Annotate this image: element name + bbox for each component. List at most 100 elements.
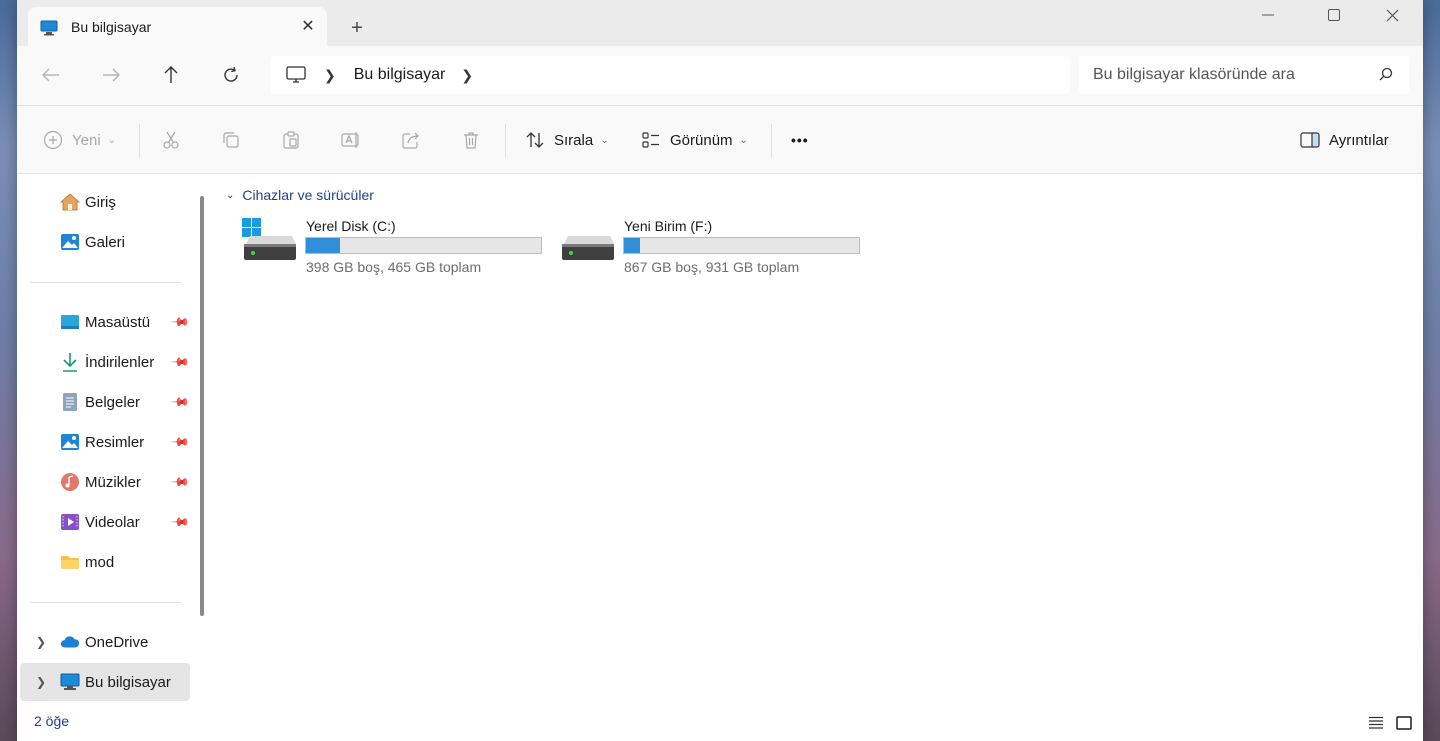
drive-usage-fill — [306, 238, 340, 253]
details-view-icon[interactable] — [1364, 711, 1388, 735]
rename-button[interactable] — [341, 125, 370, 155]
details-button-label: Ayrıntılar — [1329, 131, 1389, 149]
desktop-folder-icon — [60, 312, 80, 332]
chevron-right-icon[interactable]: ❯ — [324, 67, 336, 84]
sidebar-item-label: mod — [85, 553, 115, 571]
drive-item[interactable]: Yerel Disk (C:) 398 GB boş, 465 GB topla… — [212, 216, 542, 280]
videos-icon — [60, 512, 80, 532]
paste-button[interactable] — [281, 125, 310, 155]
address-bar[interactable]: ❯ Bu bilgisayar ❯ — [270, 56, 1070, 94]
breadcrumb-this-pc[interactable]: Bu bilgisayar — [354, 66, 446, 84]
close-icon[interactable]: ✕ — [297, 15, 319, 37]
pictures-icon — [60, 432, 80, 452]
chevron-right-icon[interactable]: ❯ — [36, 675, 46, 689]
sidebar-item-gallery[interactable]: Galeri — [20, 223, 190, 261]
minimize-icon[interactable] — [1239, 0, 1297, 30]
search-box[interactable] — [1079, 56, 1409, 94]
sidebar-item-desktop[interactable]: Masaüstü 📌 — [20, 303, 191, 341]
divider — [771, 124, 772, 158]
sort-icon — [525, 130, 545, 150]
delete-button[interactable] — [461, 125, 490, 155]
sort-button-label: Sırala — [554, 131, 594, 149]
back-arrow-icon[interactable] — [34, 60, 68, 90]
computer-icon — [40, 20, 58, 35]
cut-button[interactable] — [161, 125, 190, 155]
sidebar-item-videos[interactable]: Videolar 📌 — [20, 503, 191, 541]
group-header[interactable]: ⌄ Cihazlar ve sürücüler — [226, 187, 374, 203]
drive-name: Yerel Disk (C:) — [306, 218, 396, 234]
sidebar-item-label: İndirilenler — [85, 353, 155, 371]
documents-icon — [60, 392, 80, 412]
monitor-icon — [286, 66, 306, 84]
navigation-pane: Giriş Galeri Masaüstü 📌 İndirilenler 📌 B… — [17, 174, 212, 706]
download-icon — [60, 352, 80, 372]
close-window-icon[interactable] — [1363, 0, 1421, 30]
pin-icon[interactable]: 📌 — [170, 392, 190, 412]
share-button[interactable] — [401, 125, 430, 155]
drive-size-text: 398 GB boş, 465 GB toplam — [306, 259, 482, 275]
sidebar-item-mod[interactable]: mod — [20, 543, 190, 581]
drive-name: Yeni Birim (F:) — [624, 218, 713, 234]
drive-size-text: 867 GB boş, 931 GB toplam — [624, 259, 800, 275]
copy-button[interactable] — [221, 125, 250, 155]
divider — [139, 124, 140, 158]
pin-icon[interactable]: 📌 — [170, 512, 190, 532]
drive-usage-bar — [623, 237, 860, 254]
sidebar-item-label: Resimler — [85, 433, 145, 451]
trash-icon — [461, 130, 481, 150]
sidebar-item-home[interactable]: Giriş — [20, 183, 190, 221]
music-icon — [60, 472, 80, 492]
view-button[interactable]: Görünüm ⌄ — [641, 125, 748, 155]
chevron-down-icon[interactable]: ⌄ — [226, 190, 234, 201]
clipboard-icon — [281, 130, 301, 150]
tab-this-pc[interactable]: Bu bilgisayar ✕ — [28, 7, 327, 46]
new-button[interactable]: Yeni ⌄ — [43, 125, 116, 155]
sidebar-item-label: Bu bilgisayar — [85, 673, 171, 691]
tiles-view-icon[interactable] — [1392, 711, 1416, 735]
details-button[interactable]: Ayrıntılar — [1300, 125, 1389, 155]
sidebar-item-downloads[interactable]: İndirilenler 📌 — [20, 343, 191, 381]
gallery-icon — [60, 232, 80, 252]
sidebar-item-music[interactable]: Müzikler 📌 — [20, 463, 191, 501]
chevron-down-icon: ⌄ — [107, 134, 117, 146]
pin-icon[interactable]: 📌 — [170, 352, 190, 372]
view-icon — [641, 130, 661, 150]
chevron-right-icon[interactable]: ❯ — [36, 635, 46, 649]
sidebar-item-label: Videolar — [85, 513, 140, 531]
sidebar-item-label: OneDrive — [85, 633, 149, 651]
search-icon[interactable] — [1379, 67, 1393, 81]
forward-arrow-icon[interactable] — [94, 60, 128, 90]
navigation-bar: ❯ Bu bilgisayar ❯ — [17, 46, 1423, 106]
more-options-button[interactable]: ••• — [791, 125, 809, 155]
new-button-label: Yeni — [72, 131, 101, 149]
refresh-icon[interactable] — [214, 60, 248, 90]
drive-icon — [560, 218, 614, 262]
sidebar-item-pictures[interactable]: Resimler 📌 — [20, 423, 191, 461]
sidebar-item-label: Giriş — [85, 193, 116, 211]
scissors-icon — [161, 130, 181, 150]
sort-button[interactable]: Sırala ⌄ — [525, 125, 609, 155]
scrollbar[interactable] — [200, 196, 204, 616]
pin-icon[interactable]: 📌 — [170, 472, 190, 492]
pin-icon[interactable]: 📌 — [170, 432, 190, 452]
sidebar-item-onedrive[interactable]: ❯ OneDrive — [20, 623, 190, 661]
new-tab-button[interactable]: + — [343, 14, 371, 42]
folder-icon — [60, 552, 80, 572]
sidebar-item-documents[interactable]: Belgeler 📌 — [20, 383, 191, 421]
maximize-icon[interactable] — [1305, 0, 1363, 30]
sidebar-item-label: Masaüstü — [85, 313, 151, 331]
pin-icon[interactable]: 📌 — [170, 312, 190, 332]
details-pane-icon — [1300, 130, 1320, 150]
home-icon — [60, 192, 80, 212]
status-bar: 2 öğe — [17, 706, 1423, 741]
search-input[interactable] — [1093, 66, 1363, 84]
chevron-right-icon[interactable]: ❯ — [461, 67, 473, 84]
windows-drive-icon — [242, 218, 296, 262]
sidebar-item-this-pc[interactable]: ❯ Bu bilgisayar — [20, 663, 190, 701]
copy-icon — [221, 130, 241, 150]
group-label: Cihazlar ve sürücüler — [242, 187, 374, 203]
divider — [30, 282, 181, 283]
up-arrow-icon[interactable] — [154, 60, 188, 90]
drive-item[interactable]: Yeni Birim (F:) 867 GB boş, 931 GB topla… — [530, 216, 860, 280]
sidebar-item-label: Müzikler — [85, 473, 141, 491]
